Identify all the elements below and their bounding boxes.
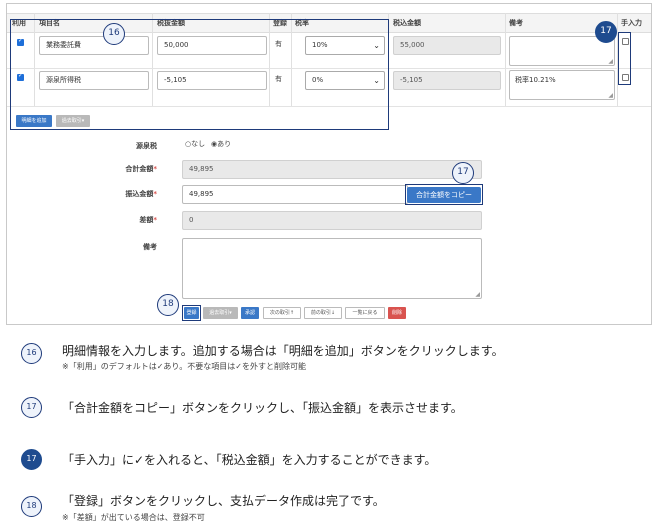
memo-text: 税率10.21%	[515, 76, 556, 84]
memo-label: 備考	[143, 243, 157, 251]
total-amount-field: 49,895	[182, 160, 482, 179]
callout-badge-17-manual: 17	[595, 21, 617, 43]
memo-textarea[interactable]: 税率10.21% ◢	[509, 70, 615, 100]
note-subtext: ※「利用」のデフォルトは✓あり。不要な項目は✓を外すと削除可能	[62, 362, 306, 371]
transfer-label: 振込金額*	[125, 190, 157, 198]
difference-field: 0	[182, 211, 482, 230]
note-text: 明細情報を入力します。追加する場合は「明細を追加」ボタンをクリックします。	[62, 344, 504, 358]
payment-entry-screen: 利用 項目名 税抜金額 登録 税率 税込金額 備考 手入力 業務委託費 50,0…	[6, 3, 652, 325]
past-transactions-button[interactable]: 過去取引▾	[203, 307, 238, 319]
approve-button[interactable]: 承認	[241, 307, 259, 319]
note-subtext: ※「差額」が出ている場合は、登録不可	[62, 513, 205, 522]
note-badge: 17	[21, 397, 42, 418]
memo-textarea[interactable]: ◢	[182, 238, 482, 299]
difference-label: 差額*	[139, 216, 157, 224]
prev-transaction-button[interactable]: 前の取引↓	[304, 307, 342, 319]
callout-frame-17-copy	[405, 184, 483, 205]
resize-grip-icon: ◢	[608, 58, 613, 65]
note-text: 「合計金額をコピー」ボタンをクリックし、「振込金額」を表示させます。	[62, 401, 463, 415]
resize-grip-icon: ◢	[475, 291, 480, 298]
header-withtax: 税込金額	[393, 19, 421, 27]
header-manual: 手入力	[621, 19, 642, 27]
total-label: 合計金額*	[125, 165, 157, 173]
resize-grip-icon: ◢	[608, 92, 613, 99]
transfer-amount-input[interactable]: 49,895	[182, 185, 408, 204]
note-text: 「登録」ボタンをクリックし、支払データ作成は完了です。	[62, 494, 385, 508]
note-badge: 18	[21, 496, 42, 517]
note-badge: 16	[21, 343, 42, 364]
callout-frame-17-manual	[618, 32, 631, 85]
withholding-yes-radio[interactable]: ◉あり	[211, 139, 231, 149]
withtax-amount-input[interactable]: -5,105	[393, 71, 501, 90]
withtax-amount-input[interactable]: 55,000	[393, 36, 501, 55]
note-badge: 17	[21, 449, 42, 470]
callout-badge-16: 16	[103, 23, 125, 45]
callout-badge-18: 18	[157, 294, 179, 316]
col-divider	[505, 13, 506, 107]
callout-frame-18	[182, 305, 201, 321]
note-text: 「手入力」に✓を入れると、「税込金額」を入力することができます。	[62, 453, 437, 467]
delete-button[interactable]: 削除	[388, 307, 406, 319]
withholding-none-radio[interactable]: ○なし	[185, 139, 205, 149]
back-to-list-button[interactable]: 一覧に戻る	[345, 307, 385, 319]
withholding-label: 源泉税	[136, 142, 157, 150]
callout-badge-17-copy: 17	[452, 162, 474, 184]
callout-frame-16	[10, 19, 389, 130]
next-transaction-button[interactable]: 次の取引↑	[263, 307, 301, 319]
header-memo: 備考	[509, 19, 523, 27]
